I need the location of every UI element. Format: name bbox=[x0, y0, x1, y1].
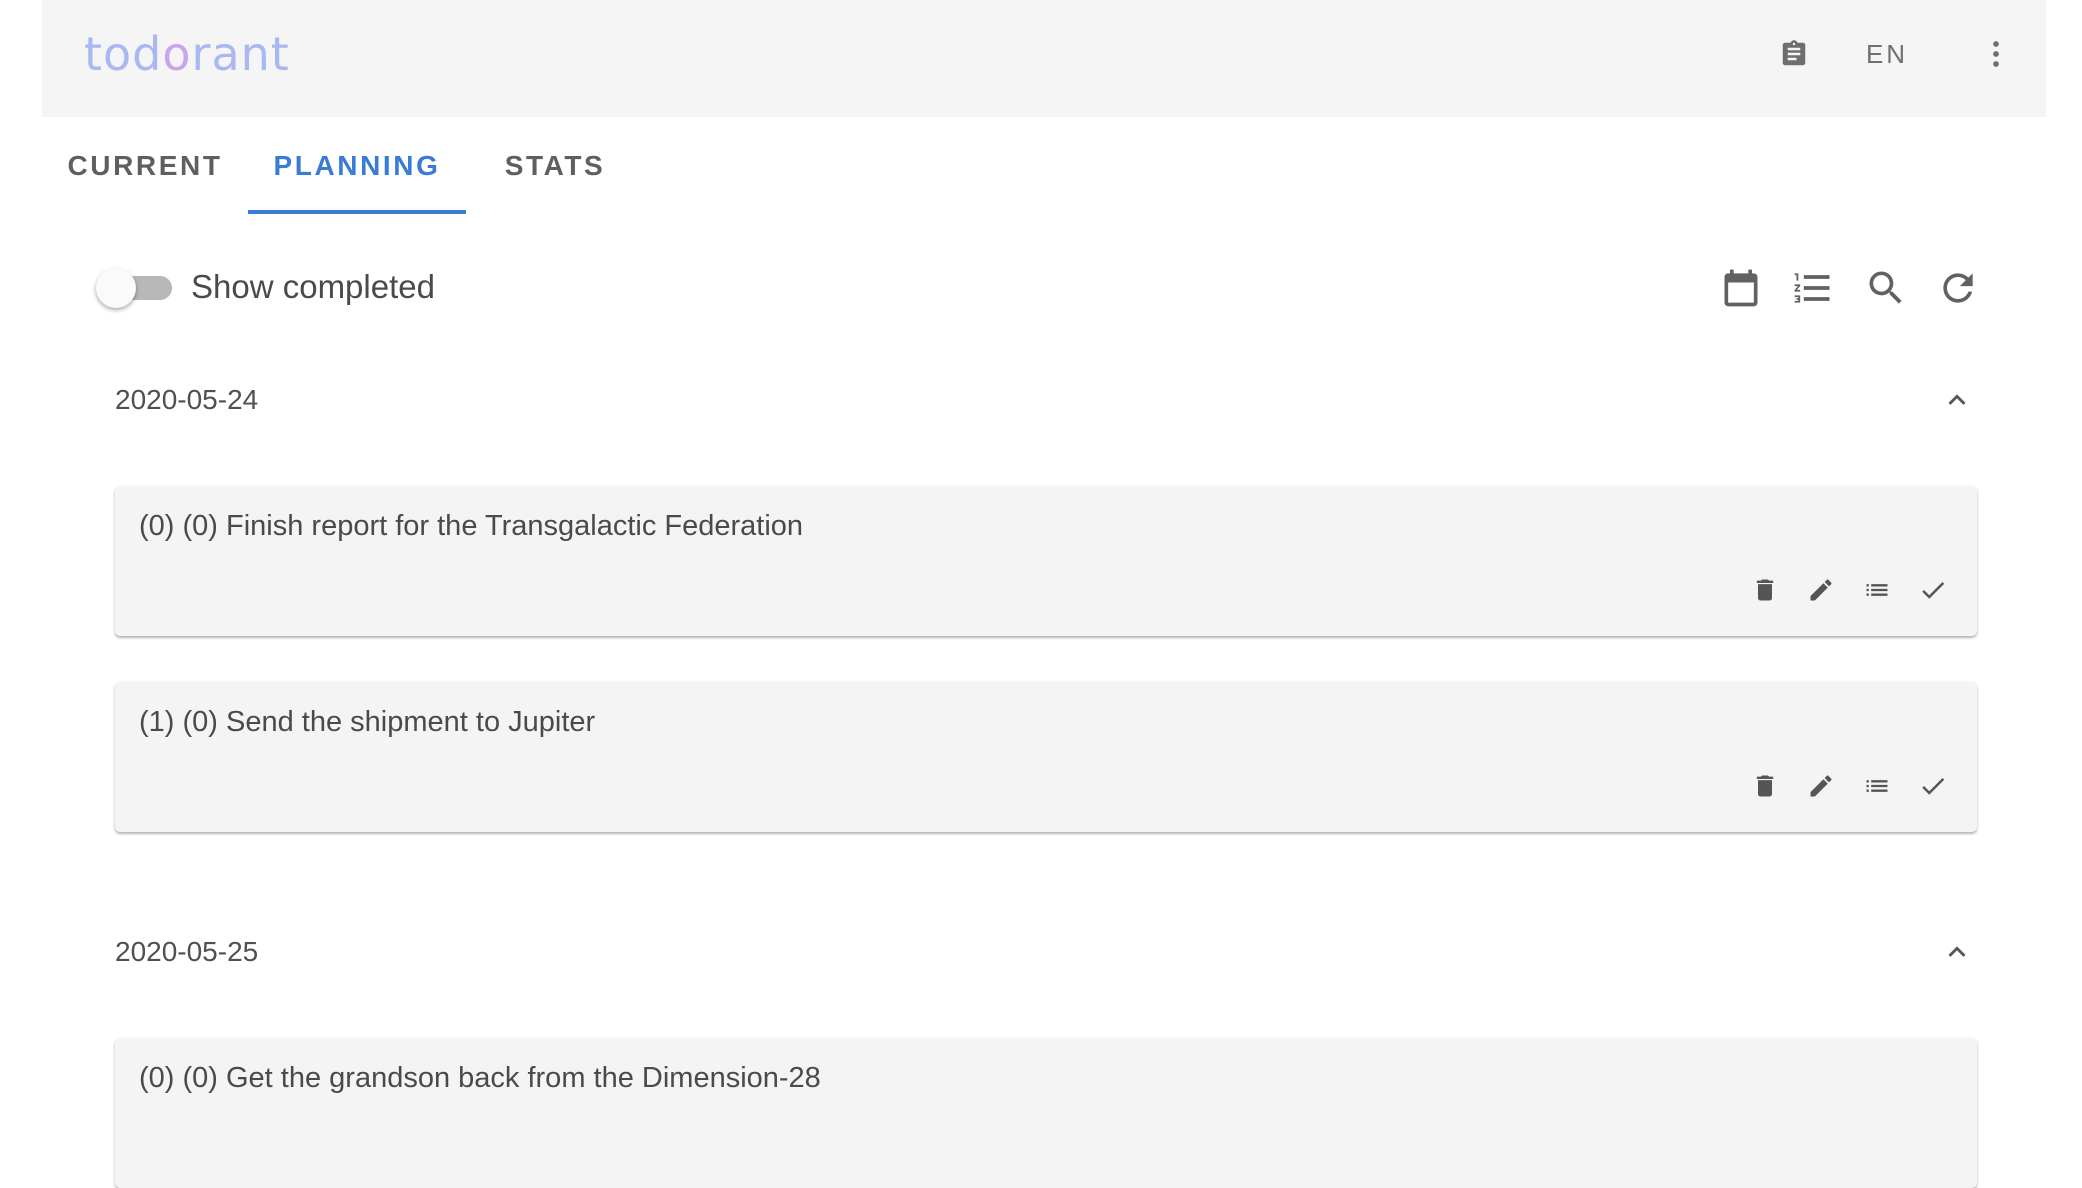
edit-icon[interactable] bbox=[1801, 766, 1841, 806]
date-group-header[interactable]: 2020-05-24 bbox=[115, 370, 1977, 430]
app-bar: todorant EN bbox=[42, 0, 2046, 117]
todo-actions bbox=[1745, 766, 1953, 806]
more-vert-icon[interactable] bbox=[1986, 34, 2006, 74]
chevron-up-icon[interactable] bbox=[1937, 380, 1977, 420]
clipboard-icon[interactable] bbox=[1774, 34, 1814, 74]
group-date: 2020-05-24 bbox=[115, 384, 259, 415]
list-icon[interactable] bbox=[1857, 766, 1897, 806]
refresh-icon[interactable] bbox=[1935, 265, 1981, 311]
chevron-up-icon[interactable] bbox=[1937, 932, 1977, 972]
todo-text: (0) (0) Finish report for the Transgalac… bbox=[139, 510, 804, 542]
todo-card: (1) (0) Send the shipment to Jupiter bbox=[115, 682, 1977, 832]
todo-card: (0) (0) Get the grandson back from the D… bbox=[115, 1038, 1977, 1188]
tab-stats[interactable]: STATS bbox=[466, 117, 644, 214]
todorant-logo[interactable]: todorant bbox=[84, 26, 290, 82]
show-completed-toggle[interactable] bbox=[96, 267, 176, 308]
todo-text: (1) (0) Send the shipment to Jupiter bbox=[139, 706, 596, 738]
check-icon[interactable] bbox=[1913, 766, 1953, 806]
group-date: 2020-05-25 bbox=[115, 936, 259, 967]
toggle-thumb bbox=[96, 268, 136, 308]
main-tabs: CURRENT PLANNING STATS bbox=[42, 117, 644, 214]
edit-icon[interactable] bbox=[1801, 570, 1841, 610]
check-icon[interactable] bbox=[1913, 570, 1953, 610]
todo-actions bbox=[1745, 570, 1953, 610]
todo-card: (0) (0) Finish report for the Transgalac… bbox=[115, 486, 1977, 636]
calendar-icon[interactable] bbox=[1718, 265, 1764, 311]
list-icon[interactable] bbox=[1857, 570, 1897, 610]
language-button[interactable]: EN bbox=[1852, 34, 1922, 74]
numbered-list-icon[interactable] bbox=[1790, 265, 1836, 311]
delete-icon[interactable] bbox=[1745, 570, 1785, 610]
todo-text: (0) (0) Get the grandson back from the D… bbox=[139, 1062, 821, 1094]
date-group-header[interactable]: 2020-05-25 bbox=[115, 922, 1977, 982]
planning-toolbar: Show completed bbox=[0, 255, 2082, 319]
tab-planning[interactable]: PLANNING bbox=[248, 117, 466, 214]
tab-current[interactable]: CURRENT bbox=[42, 117, 248, 214]
show-completed-label: Show completed bbox=[191, 268, 435, 305]
search-icon[interactable] bbox=[1863, 265, 1909, 311]
app-bar-actions: EN bbox=[1646, 0, 2046, 117]
delete-icon[interactable] bbox=[1745, 766, 1785, 806]
